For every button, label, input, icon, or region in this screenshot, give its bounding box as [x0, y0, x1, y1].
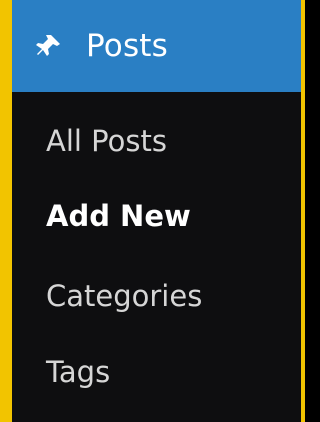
submenu-item-tags[interactable]: Tags	[46, 358, 110, 387]
posts-menu-title: Posts	[86, 28, 169, 64]
posts-menu-header[interactable]: Posts	[12, 0, 301, 92]
posts-submenu: All Posts Add New Categories Tags	[12, 92, 301, 422]
admin-sidebar-submenu: Posts All Posts Add New Categories Tags	[12, 0, 301, 422]
pushpin-icon	[34, 31, 64, 61]
submenu-item-add-new[interactable]: Add New	[46, 202, 191, 231]
screenshot-frame: Posts All Posts Add New Categories Tags	[0, 0, 305, 422]
submenu-item-categories[interactable]: Categories	[46, 282, 202, 311]
submenu-item-all-posts[interactable]: All Posts	[46, 127, 167, 156]
